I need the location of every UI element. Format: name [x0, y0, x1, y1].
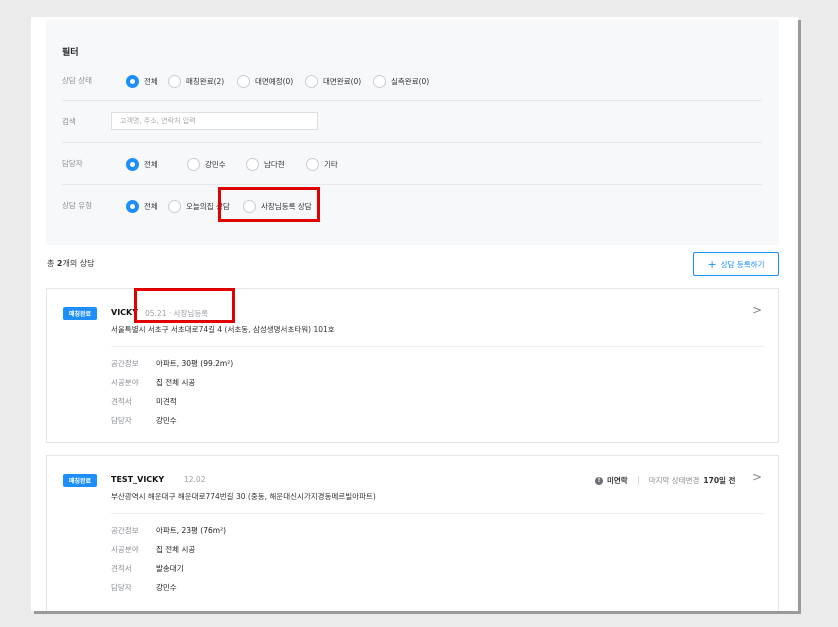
contact-status: ! 미연락 마지막 상태변경 170일 전 — [595, 475, 735, 486]
radio-dot — [168, 199, 181, 213]
register-consultation-button[interactable]: + 상담 등록하기 — [693, 252, 779, 276]
info-construction: 시공분야 집 전체 시공 — [111, 545, 196, 554]
info-construction: 시공분야 집 전체 시공 — [111, 378, 196, 387]
radio-dot — [373, 74, 386, 88]
status-radio-measured[interactable]: 실측완료(0) — [373, 73, 429, 89]
manager-radio-all[interactable]: 전체 — [126, 156, 158, 172]
radio-dot — [126, 199, 139, 213]
info-estimate: 견적서 발송대기 — [111, 564, 184, 573]
search-input[interactable]: 고객명, 주소, 연락처 입력 — [111, 112, 318, 130]
address: 부산광역시 해운대구 해운대로774번길 30 (중동, 해운대신시가지경동메르… — [111, 492, 376, 501]
address: 서울특별시 서초구 서초대로74길 4 (서초동, 삼성생명서초타워) 101호 — [111, 325, 335, 334]
radio-dot — [126, 74, 139, 88]
consultation-card[interactable]: 매칭완료 TEST_VICKY 12.02 ! 미연락 마지막 상태변경 170… — [46, 455, 779, 611]
manager-radio-nam[interactable]: 남다현 — [246, 156, 285, 172]
search-label: 검색 — [62, 117, 76, 126]
filter-panel: 필터 상담 상태 전체 매칭완료(2) 대면예정(0) 대면완료(0) 실측완료… — [46, 20, 779, 245]
divider — [637, 476, 639, 485]
status-radio-meeting-scheduled[interactable]: 대면예정(0) — [237, 73, 293, 89]
info-space: 공간정보 아파트, 23평 (76m²) — [111, 526, 227, 535]
chevron-right-icon[interactable]: > — [752, 470, 762, 484]
plus-icon: + — [707, 257, 717, 271]
info-manager: 담당자 강민수 — [111, 583, 177, 592]
status-radio-meeting-done[interactable]: 대면완료(0) — [305, 73, 361, 89]
manager-radio-etc[interactable]: 기타 — [306, 156, 338, 172]
divider — [62, 100, 762, 101]
filter-row-search: 검색 고객명, 주소, 연락처 입력 — [62, 112, 762, 132]
divider — [62, 142, 762, 143]
radio-dot — [305, 74, 318, 88]
radio-dot — [237, 74, 250, 88]
status-radio-matched[interactable]: 매칭완료(2) — [168, 73, 224, 89]
info-manager: 담당자 강민수 — [111, 416, 177, 425]
status-filter-label: 상담 상태 — [62, 76, 92, 85]
manager-radio-kang[interactable]: 강민수 — [187, 156, 226, 172]
type-radio-all[interactable]: 전체 — [126, 198, 158, 214]
type-filter-label: 상담 유형 — [62, 201, 92, 210]
status-badge: 매칭완료 — [63, 307, 97, 320]
radio-dot — [126, 157, 139, 171]
status-radio-all[interactable]: 전체 — [126, 73, 158, 89]
manager-filter-label: 담당자 — [62, 159, 83, 168]
radio-dot — [246, 157, 259, 171]
filter-row-type: 상담 유형 전체 오늘의집 상담 사장님등록 상담 — [62, 196, 762, 216]
customer-name: TEST_VICKY — [111, 475, 165, 484]
status-badge: 매칭완료 — [63, 474, 97, 487]
info-space: 공간정보 아파트, 30평 (99.2m²) — [111, 359, 234, 368]
info-estimate: 견적서 미견적 — [111, 397, 177, 406]
divider — [111, 513, 765, 514]
consultation-date: 12.02 — [184, 475, 206, 484]
radio-dot — [168, 74, 181, 88]
radio-dot — [306, 157, 319, 171]
highlight-box-owner-registered-filter — [218, 187, 320, 222]
filter-title: 필터 — [62, 48, 79, 58]
radio-dot — [187, 157, 200, 171]
divider — [111, 346, 765, 347]
chevron-right-icon[interactable]: > — [752, 303, 762, 317]
divider — [62, 184, 762, 185]
filter-row-manager: 담당자 전체 강민수 남다현 기타 — [62, 154, 762, 174]
highlight-box-owner-registered-label — [134, 288, 235, 323]
filter-row-status: 상담 상태 전체 매칭완료(2) 대면예정(0) 대면완료(0) 실측완료(0) — [62, 71, 762, 91]
total-count: 총 2개의 상담 — [47, 259, 95, 268]
alert-icon: ! — [595, 476, 603, 485]
